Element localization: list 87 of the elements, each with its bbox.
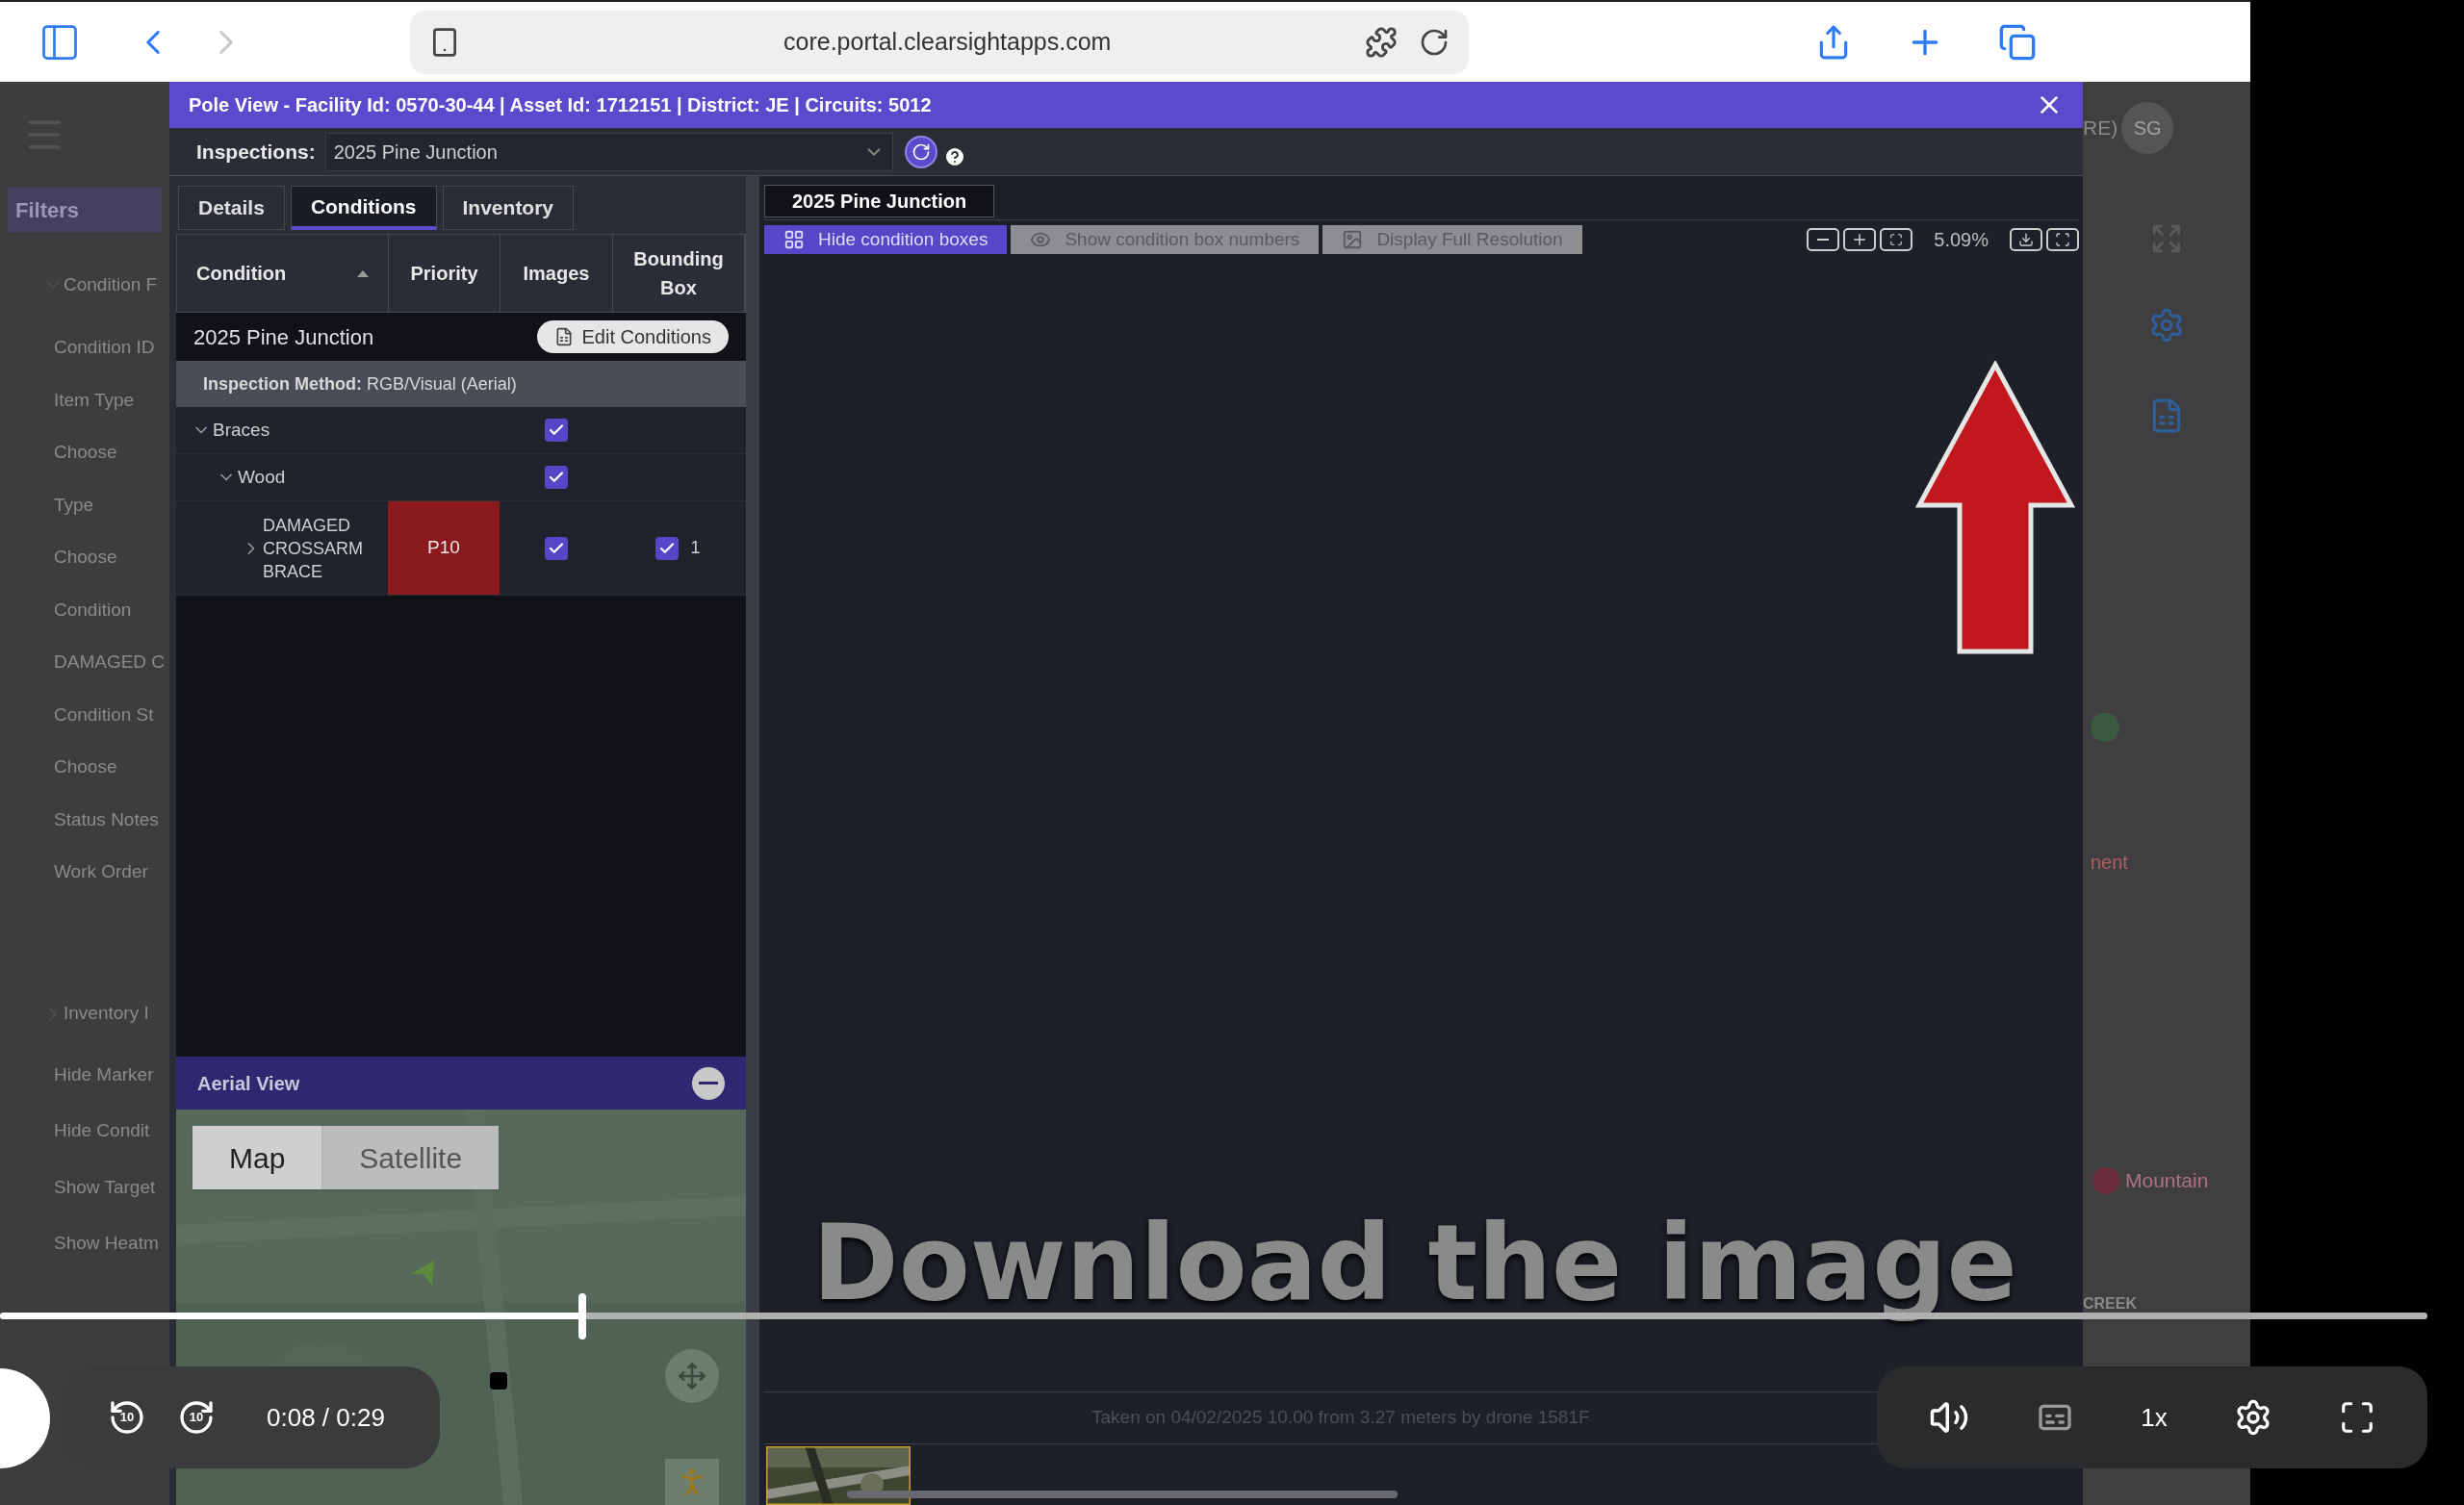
gear-icon — [2148, 307, 2185, 344]
address-bar[interactable]: core.portal.clearsightapps.com — [410, 10, 1469, 74]
map-pin — [2091, 713, 2119, 742]
tab[interactable]: Details — [178, 186, 285, 230]
refresh-button[interactable] — [904, 135, 937, 168]
video-caption: Download the image — [812, 1202, 2017, 1325]
account-label: RE) — [2083, 115, 2118, 141]
filter-section-title: Inventory I — [64, 1002, 149, 1026]
fit-button[interactable] — [1880, 228, 1913, 251]
location-arrow-icon — [411, 1261, 434, 1286]
filter-field-label: Choose — [54, 755, 118, 778]
column-header[interactable]: Condition — [177, 235, 389, 312]
tab[interactable]: Conditions — [290, 186, 437, 230]
url-text: core.portal.clearsightapps.com — [783, 26, 1112, 57]
filter-field-label: Condition St — [54, 702, 155, 727]
filter-toggle-label: Hide Marker — [54, 1062, 155, 1086]
zoom-in-button[interactable] — [1843, 228, 1877, 251]
tree-item-label[interactable]: DAMAGED CROSSARM BRACE — [263, 513, 363, 583]
inspection-method-row: Inspection Method: RGB/Visual (Aerial) — [176, 361, 746, 407]
download-icon — [2018, 232, 2034, 247]
filter-field-label: Choose — [54, 546, 118, 569]
filter-toggle-label: Hide Condit — [54, 1119, 151, 1142]
filter-field-label: Item Type — [54, 388, 136, 412]
column-header[interactable]: Priority — [389, 235, 500, 312]
fullscreen-icon — [2055, 232, 2070, 247]
refresh-icon — [911, 141, 931, 162]
checkbox[interactable] — [544, 536, 568, 560]
rewind-icon — [108, 1398, 146, 1437]
image-icon — [1342, 229, 1364, 250]
progress-handle[interactable] — [578, 1293, 587, 1339]
checkbox[interactable] — [655, 536, 680, 560]
dialog-title: Pole View - Facility Id: 0570-30-44 | Asset Id: 1712151 | District: JE | Circuits: 5012 — [189, 93, 932, 117]
map-label: nent — [2091, 851, 2128, 875]
arrow-up-icon — [1915, 361, 2075, 655]
bbox-count: 1 — [690, 537, 701, 559]
skip-forward-button[interactable]: 10 — [176, 1397, 217, 1438]
filter-field-label: Condition — [54, 598, 133, 622]
viewer-tab[interactable]: 2025 Pine Junction — [764, 185, 995, 217]
group-title: 2025 Pine Junction — [193, 323, 374, 351]
map-label: Mountain — [2125, 1168, 2209, 1193]
time-display: 0:08 / 0:29 — [267, 1401, 385, 1434]
tree-item-label[interactable]: Braces — [213, 416, 270, 445]
forward-icon — [177, 1398, 216, 1437]
minus-icon — [699, 1082, 718, 1084]
grid-icon — [783, 229, 805, 250]
map-label: CREEK — [2083, 1293, 2137, 1314]
zoom-out-button[interactable] — [1807, 228, 1840, 251]
inspection-select[interactable]: 2025 Pine Junction — [324, 132, 893, 171]
checkbox[interactable] — [544, 466, 568, 489]
edit-conditions-button[interactable]: Edit Conditions — [537, 320, 729, 353]
filter-section-title: Condition F — [64, 272, 158, 296]
move-icon — [678, 1362, 706, 1390]
column-header[interactable]: Images — [500, 235, 613, 312]
extension-icon[interactable] — [1365, 25, 1398, 59]
map-type-button[interactable]: Map — [192, 1126, 323, 1189]
avatar: SG — [2121, 102, 2174, 154]
expand-icon — [2150, 222, 2183, 255]
column-header[interactable]: Bounding Box — [613, 235, 745, 312]
filter-toggle-label: Show Target — [54, 1175, 157, 1199]
filter-field-label: DAMAGED C — [54, 650, 167, 674]
collapse-button[interactable] — [692, 1066, 725, 1100]
fullscreen-button[interactable] — [2046, 228, 2079, 251]
skip-back-button[interactable]: 10 — [107, 1397, 147, 1438]
view-toggle-button[interactable]: Hide condition boxes — [764, 225, 1008, 254]
checkbox[interactable] — [544, 419, 568, 442]
tree-item-label[interactable]: Wood — [238, 463, 286, 492]
filter-toggle-label: Show Heatm — [54, 1232, 160, 1255]
aerial-view-header: Aerial View — [176, 1057, 746, 1110]
speed-button[interactable]: 1x — [2141, 1398, 2168, 1437]
filters-header: Filters — [8, 188, 162, 232]
map-pin — [2092, 1166, 2119, 1194]
zoom-percent: 5.09% — [1934, 228, 1989, 252]
tab[interactable]: Inventory — [442, 186, 575, 230]
scrollbar[interactable] — [847, 1491, 1398, 1498]
inspections-label: Inspections: — [196, 139, 316, 165]
filter-field-label: Condition ID — [54, 336, 156, 359]
tabs-icon[interactable] — [1998, 22, 2037, 62]
minus-icon — [1817, 239, 1830, 241]
filter-field-label: Status Notes — [54, 807, 160, 831]
map-type-button[interactable]: Satellite — [322, 1126, 500, 1189]
filter-field-label: Work Order — [54, 860, 149, 883]
map-marker — [490, 1372, 507, 1390]
fit-icon — [1889, 233, 1904, 246]
filter-field-label: Choose — [54, 441, 118, 464]
download-button[interactable] — [2010, 228, 2042, 251]
filter-field-label: Type — [54, 493, 95, 517]
priority-cell: P10 — [388, 501, 500, 595]
